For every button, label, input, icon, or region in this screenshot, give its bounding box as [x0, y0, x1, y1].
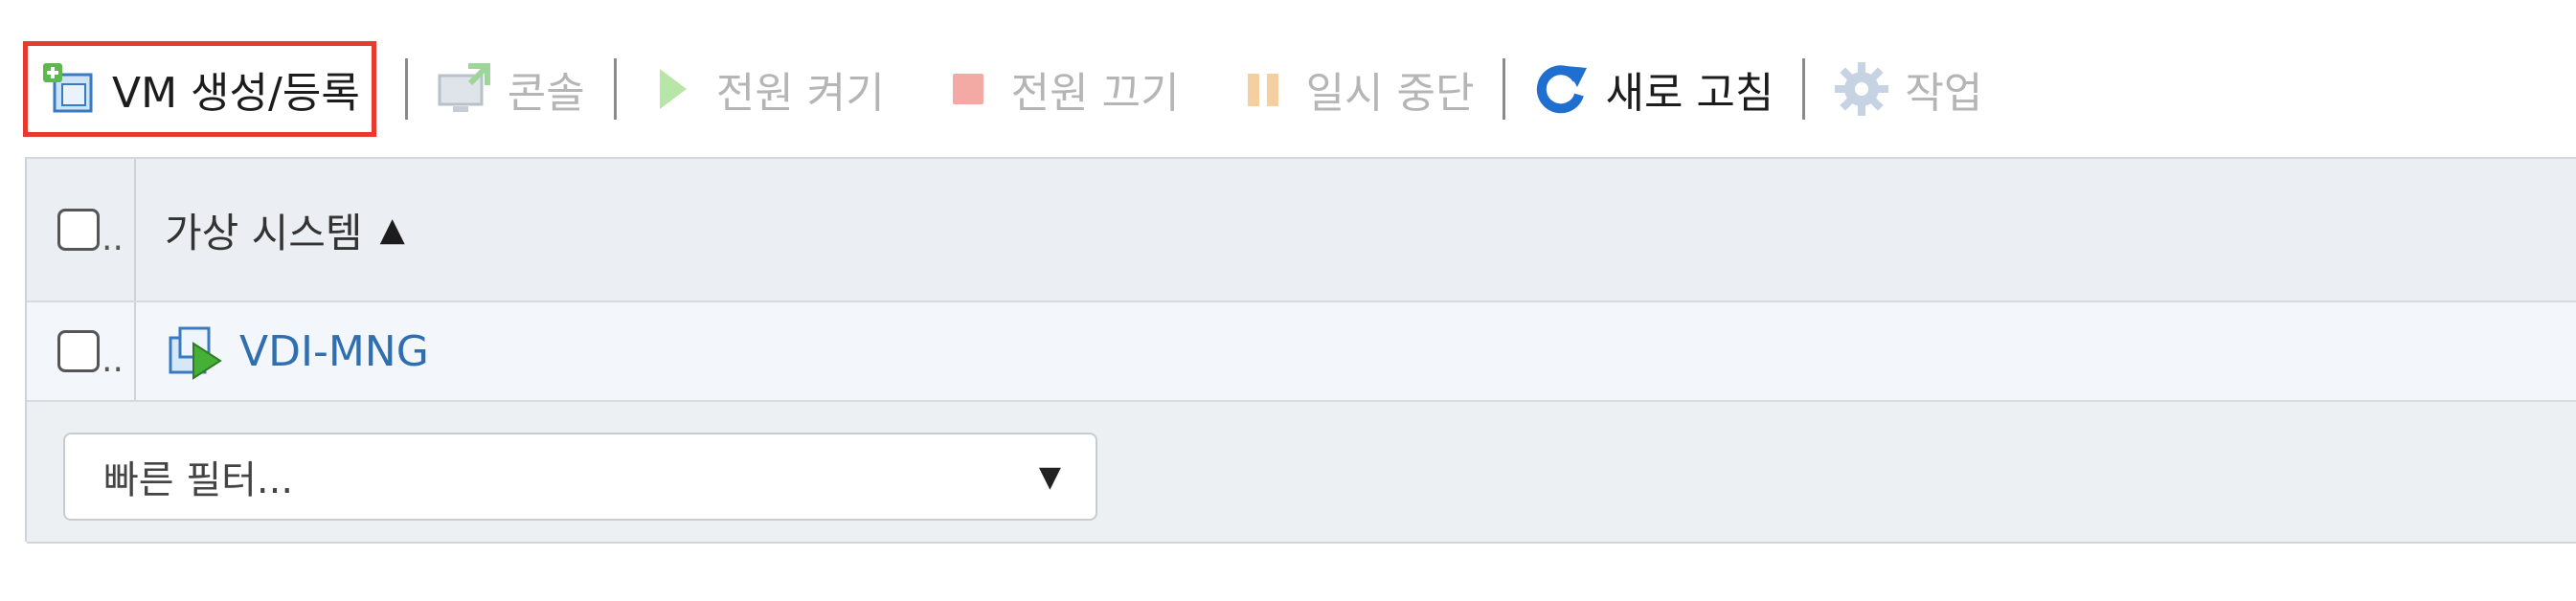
suspend-button[interactable]: 일시 중단 [1233, 46, 1475, 132]
vm-grid: .. 가상 시스템 ▲ .. VDI-MNG 빠른 필터... ▼ [25, 157, 2576, 544]
stop-icon [938, 59, 998, 119]
grid-footer: 빠른 필터... ▼ [27, 402, 2576, 544]
row-checkbox[interactable] [57, 330, 100, 372]
play-icon [644, 59, 703, 119]
column-header-label: 가상 시스템 [165, 209, 363, 256]
vm-name-cell: VDI-MNG [136, 321, 429, 382]
toolbar-separator [1503, 58, 1506, 120]
refresh-label: 새로 고침 [1605, 69, 1774, 118]
truncated-column-indicator: .. [102, 340, 124, 380]
console-label: 콘솔 [507, 69, 585, 118]
suspend-label: 일시 중단 [1305, 69, 1475, 118]
create-vm-icon [39, 59, 99, 119]
table-row[interactable]: .. VDI-MNG [27, 302, 2576, 402]
quick-filter-label: 빠른 필터... [103, 458, 294, 502]
create-register-vm-button[interactable]: VM 생성/등록 [23, 41, 376, 137]
toolbar-separator [1802, 58, 1806, 120]
row-select-cell: .. [27, 302, 136, 400]
gear-icon [1832, 59, 1891, 119]
select-all-checkbox[interactable] [57, 209, 100, 251]
refresh-button[interactable]: 새로 고침 [1532, 46, 1774, 132]
truncated-column-indicator: .. [102, 218, 124, 258]
power-off-button[interactable]: 전원 끄기 [938, 46, 1180, 132]
actions-button[interactable]: 작업 [1832, 46, 1982, 132]
select-all-cell: .. [27, 159, 136, 300]
grid-header: .. 가상 시스템 ▲ [27, 159, 2576, 302]
actions-label: 작업 [1905, 69, 1983, 118]
sort-ascending-icon: ▲ [379, 211, 405, 249]
vm-link[interactable]: VDI-MNG [165, 321, 429, 382]
power-on-label: 전원 켜기 [715, 69, 885, 118]
vm-toolbar: VM 생성/등록 콘솔 전원 켜기 전원 끄기 일시 중단 새로 고침 작업 [23, 41, 2515, 137]
refresh-icon [1532, 59, 1592, 119]
console-icon [435, 59, 494, 119]
vm-name: VDI-MNG [239, 326, 429, 376]
toolbar-separator [404, 58, 408, 120]
console-button[interactable]: 콘솔 [435, 46, 585, 132]
column-header-virtual-machine[interactable]: 가상 시스템 ▲ [136, 201, 405, 259]
power-on-button[interactable]: 전원 켜기 [644, 46, 885, 132]
toolbar-separator [613, 58, 617, 120]
create-register-vm-label: VM 생성/등록 [112, 69, 360, 118]
vm-powered-on-icon [165, 321, 226, 382]
pause-icon [1233, 59, 1293, 119]
chevron-down-icon: ▼ [1038, 459, 1061, 494]
power-off-label: 전원 끄기 [1010, 69, 1180, 118]
quick-filter-dropdown[interactable]: 빠른 필터... ▼ [63, 433, 1097, 521]
